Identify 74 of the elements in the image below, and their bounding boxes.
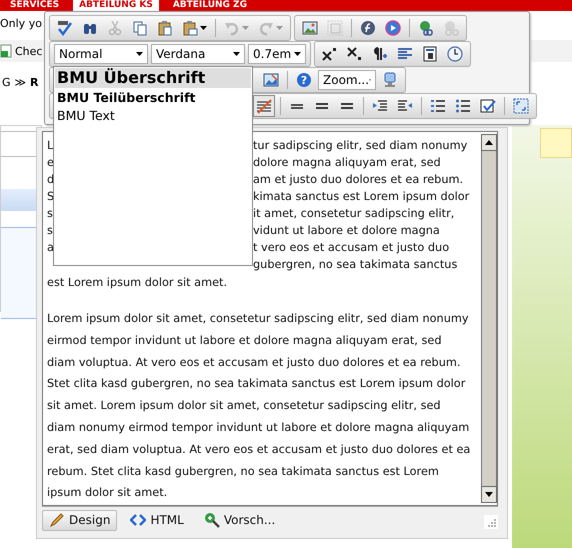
monitor-icon [382,72,398,88]
document-icon [0,44,12,58]
dropdown-select[interactable]: Verdana [151,44,245,64]
text-fragment: s [47,224,53,237]
spellcheck-icon [57,20,73,36]
copy-icon [132,20,148,36]
dropdown-select[interactable]: Zoom... [318,70,376,90]
nav-tab[interactable]: ABTEILUNG KS [73,0,159,11]
scissors-icon [107,20,123,36]
dropdown-select[interactable]: 0.7em [248,44,306,64]
text-fragment: e [47,156,54,169]
clipboard-icon [157,20,173,36]
checkbox-icon [480,98,496,114]
text-fragment: L [47,139,54,152]
caret-icon [200,26,207,30]
document-icon [422,46,438,62]
checkbox-label[interactable]: Chec [15,44,42,58]
note-box [540,128,572,158]
link-icon [418,20,434,36]
link-icon [443,20,459,36]
image-icon [263,72,279,88]
undo-icon [224,20,240,36]
paragraph-text: Lorem ipsum dolor sit amet, consetetur sadipscing elitr, sed diam nonumy eirmod tempor invidunt ut labore et dolore magna aliquyam erat, sed diam voluptua. At vero eos et accusam et justo duo dolores et ea rebum. Stet clita kasd gubergren, no sea takimata sanctus est Lorem ipsum dolor sit amet. Lorem ipsum dolor sit amet, consetetur sadipscing elitr, sed diam nonumy eirmod tempor invidunt ut labore et dolore magna aliquyam erat, sed diam voluptua. At vero eos et accusam et justo duo dolores et ea rebum. Stet clita kasd gubergren, no sea takimata sanctus est Lorem ipsum dolor sit amet. [47,311,471,502]
text-fragment: kimata sanctus est Lorem ipsum dolor [253,189,470,205]
circle-icon [360,20,376,36]
pencil-icon [49,512,65,528]
fullscreen-icon [513,98,529,114]
play-icon [385,20,401,36]
text-fragment: dolore magna aliquyam erat, sed [253,155,442,171]
text-fragment: tur sadipscing elitr, sed diam nonumy [253,138,468,154]
clipboard-icon [182,20,198,36]
mode-tab[interactable]: Design [42,510,118,530]
nav-tab[interactable]: SERVICES [4,0,66,11]
align-icon [397,46,413,62]
scrollbar[interactable] [481,134,497,503]
clock-icon [447,46,463,62]
dropdown-select[interactable]: Normal [54,44,148,64]
caret-icon [276,26,283,30]
text-fragment: s [47,207,53,220]
resize-grip-icon[interactable] [484,515,498,529]
caret-icon [136,52,143,56]
text-fragment: a [47,241,54,254]
breadcrumb-item: R [30,76,39,89]
text-fragment: gubergren, no sea takimata sanctus [253,257,458,273]
dropdown-option[interactable]: BMU Teilüberschrift [55,88,251,107]
text-fragment: d [47,173,54,186]
code-icon [130,512,146,528]
strike-icon [256,98,272,114]
bullet-list-icon [455,98,471,114]
caret-icon [294,52,301,56]
dropdown-option[interactable]: BMU Text [55,107,251,125]
pilcrow-icon [372,46,388,62]
text-fragment: t vero eos et accusam et justo duo [253,240,450,256]
dropdown-option[interactable]: BMU Überschrift [55,68,251,88]
mode-tab[interactable]: HTML [123,510,191,530]
text-fragment: am et justo duo dolores et ea rebum. [253,172,464,188]
numbered-list-icon [430,98,446,114]
zoom-icon [204,512,220,528]
image-icon [302,20,318,36]
subscript-icon [347,46,363,62]
caret-icon [242,26,249,30]
breadcrumb-separator: ≫ [14,76,26,89]
nav-tab[interactable]: ABTEILUNG ZG [166,0,253,11]
toolbar-button[interactable] [253,95,275,117]
mode-tab[interactable]: Vorsch... [196,510,282,530]
text-fragment: it amet, consetetur sadipscing elitr, [253,206,456,222]
paragraph-text: est Lorem ipsum dolor sit amet. [47,275,228,291]
text-fragment: vidunt ut labore et dolore magna [253,223,441,239]
superscript-icon [322,46,338,62]
redo-icon [258,20,274,36]
image-icon [327,20,343,36]
breadcrumb-item[interactable]: G [2,76,11,89]
notice-text: Only yo [0,16,42,32]
caret-icon [233,52,240,56]
